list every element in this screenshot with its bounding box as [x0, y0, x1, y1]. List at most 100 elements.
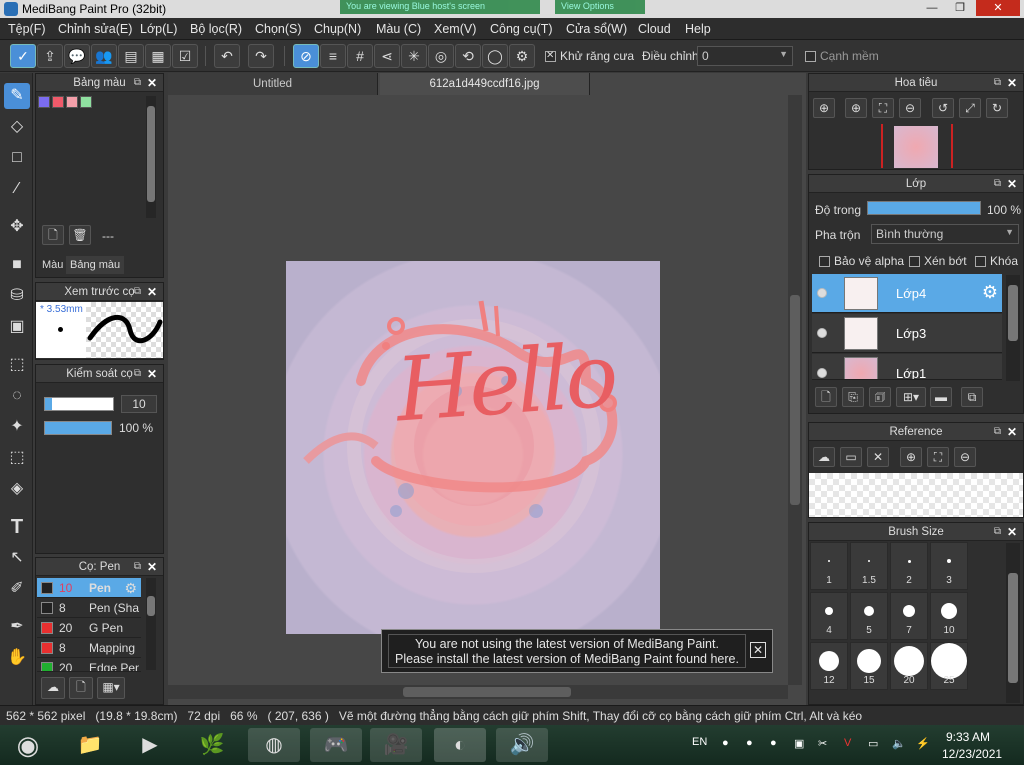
menu-file[interactable]: Tệp(F)	[8, 22, 46, 36]
new-brush-icon[interactable]: 🗋	[69, 677, 93, 699]
fit-icon[interactable]: ⛶	[927, 447, 949, 467]
soft-edge-checkbox[interactable]	[805, 51, 816, 62]
open-folder-icon[interactable]: ▭	[840, 447, 862, 467]
new-1bit-layer-icon[interactable]: 🗊	[869, 387, 891, 407]
scrollbar[interactable]	[146, 96, 156, 218]
close-icon[interactable]: ✕	[147, 74, 157, 92]
audio-app-icon[interactable]: 🔊	[496, 728, 548, 762]
adjust-select[interactable]: 0 ▼	[697, 46, 793, 66]
menu-window[interactable]: Cửa sổ(W)	[566, 22, 627, 36]
zoom-out-icon[interactable]: ⊖	[899, 98, 921, 118]
brush-size-cell[interactable]: 12	[810, 642, 848, 690]
brush-item[interactable]: 8 Pen (Sha	[37, 598, 141, 618]
scrollbar-thumb[interactable]	[790, 295, 800, 505]
brush-size-cell[interactable]: 7	[890, 592, 928, 640]
new-layer-icon[interactable]: 🗋	[815, 387, 837, 407]
eraser-tool-icon[interactable]: ◇	[4, 114, 30, 140]
menu-snap[interactable]: Chụp(N)	[314, 22, 361, 36]
chrome-icon[interactable]: ◍	[248, 728, 300, 762]
zoom-in-icon[interactable]: ⊕	[813, 98, 835, 118]
gradient-tool-icon[interactable]: ▣	[4, 314, 30, 340]
ellipse-snap-icon[interactable]: ◯	[482, 44, 508, 68]
redo-icon[interactable]: ↷	[248, 44, 274, 68]
reference-canvas[interactable]	[809, 473, 1023, 517]
curve-snap-icon[interactable]: ⟲	[455, 44, 481, 68]
update-notice[interactable]: You are not using the latest version of …	[381, 629, 773, 673]
notice-link[interactable]: You are not using the latest version of …	[388, 634, 746, 668]
cloud-brush-icon[interactable]: ☁	[41, 677, 65, 699]
brush-size-cell[interactable]: 10	[930, 592, 968, 640]
lock-option[interactable]: Khóa	[975, 254, 1018, 268]
zoom-in-icon[interactable]: ⊕	[900, 447, 922, 467]
snap-settings-icon[interactable]: ⚙	[509, 44, 535, 68]
duplicate-layer-icon[interactable]: ⧉	[961, 387, 983, 407]
brush-item[interactable]: 10 Pen ⚙	[37, 578, 141, 598]
operation-tool-icon[interactable]: ↖	[4, 545, 30, 571]
brush-size-cell[interactable]: 4	[810, 592, 848, 640]
medibang-icon[interactable]: ◐	[434, 728, 486, 762]
cloud-icon[interactable]: ☁	[813, 447, 835, 467]
tab-color[interactable]: Màu	[38, 256, 67, 274]
brush-size-cell[interactable]: 25	[930, 642, 968, 690]
menu-view[interactable]: Xem(V)	[434, 22, 476, 36]
color-swatch[interactable]	[52, 96, 64, 108]
popout-icon[interactable]: ⧉	[994, 175, 1001, 193]
navigator-viewport[interactable]	[881, 124, 953, 168]
menu-tools[interactable]: Công cụ(T)	[490, 22, 553, 36]
zoom-in-icon[interactable]: ⊕	[845, 98, 867, 118]
minimize-button[interactable]: —	[918, 0, 946, 16]
display-tray-icon[interactable]: ▣	[794, 737, 804, 750]
brush-size-value[interactable]: 10	[121, 395, 157, 413]
close-icon[interactable]: ✕	[1007, 523, 1017, 541]
vertical-scrollbar[interactable]	[788, 95, 802, 685]
radial-snap-icon[interactable]: ✳	[401, 44, 427, 68]
protect-alpha-checkbox[interactable]	[819, 256, 830, 267]
scrollbar-thumb[interactable]	[147, 596, 155, 616]
popout-icon[interactable]: ⧉	[134, 365, 141, 383]
layer-item[interactable]: Lớp1	[812, 354, 1002, 380]
eye-icon[interactable]	[817, 368, 827, 378]
close-icon[interactable]: ✕	[1007, 74, 1017, 92]
brush-size-cell[interactable]: 3	[930, 542, 968, 590]
brush-size-cell[interactable]: 5	[850, 592, 888, 640]
popout-icon[interactable]: ⧉	[994, 74, 1001, 92]
zoom-tray-icon[interactable]: ●	[770, 737, 777, 749]
page-manager-icon[interactable]: ▦	[145, 44, 171, 68]
magic-wand-icon[interactable]: ✦	[4, 414, 30, 440]
tab-image[interactable]: 612a1d449ccdf16.jpg	[380, 73, 590, 95]
popout-icon[interactable]: ⧉	[994, 423, 1001, 441]
menu-filter[interactable]: Bộ lọc(R)	[190, 22, 242, 36]
popout-icon[interactable]: ⧉	[994, 523, 1001, 541]
layer-item[interactable]: Lớp4 ⚙	[812, 274, 1002, 313]
close-icon[interactable]: ✕	[867, 447, 889, 467]
antialias-option[interactable]: Khử răng cưa	[545, 49, 634, 63]
scrollbar-thumb[interactable]	[1008, 285, 1018, 341]
tab-untitled[interactable]: Untitled	[168, 73, 378, 95]
file-explorer-icon[interactable]: 📁	[64, 728, 116, 762]
power-icon[interactable]: ⚡	[916, 737, 930, 750]
brush-item[interactable]: 8 Mapping I	[37, 638, 141, 658]
scrollbar-thumb[interactable]	[1008, 573, 1018, 683]
fill-rect-tool-icon[interactable]: ■	[4, 252, 30, 278]
tab-palette[interactable]: Bảng màu	[66, 256, 125, 274]
close-icon[interactable]: ✕	[147, 365, 157, 383]
share-icon[interactable]: ⇪	[37, 44, 63, 68]
scrollbar[interactable]	[1006, 543, 1020, 703]
antivirus-tray-icon[interactable]: V	[844, 737, 851, 749]
scrollbar-thumb[interactable]	[147, 106, 155, 202]
scrollbar[interactable]	[146, 578, 156, 670]
brush-size-cell[interactable]: 1.5	[850, 542, 888, 590]
maximize-button[interactable]: ❐	[946, 0, 974, 16]
delete-icon[interactable]: 🗑	[69, 225, 91, 245]
gear-icon[interactable]: ⚙	[124, 580, 137, 597]
perspective-snap-icon[interactable]: ⋖	[374, 44, 400, 68]
cloud-save-icon[interactable]: ✓	[10, 44, 36, 68]
grid-snap-icon[interactable]: #	[347, 44, 373, 68]
lasso-tool-icon[interactable]: ◌	[4, 383, 30, 409]
discord-tray-icon[interactable]: ●	[722, 737, 729, 749]
circle-snap-icon[interactable]: ◎	[428, 44, 454, 68]
antialias-checkbox[interactable]	[545, 50, 556, 62]
brush-menu-icon[interactable]: ▦▾	[97, 677, 125, 699]
brush-item[interactable]: 20 G Pen	[37, 618, 141, 638]
discord-icon[interactable]: 🎮	[310, 728, 362, 762]
